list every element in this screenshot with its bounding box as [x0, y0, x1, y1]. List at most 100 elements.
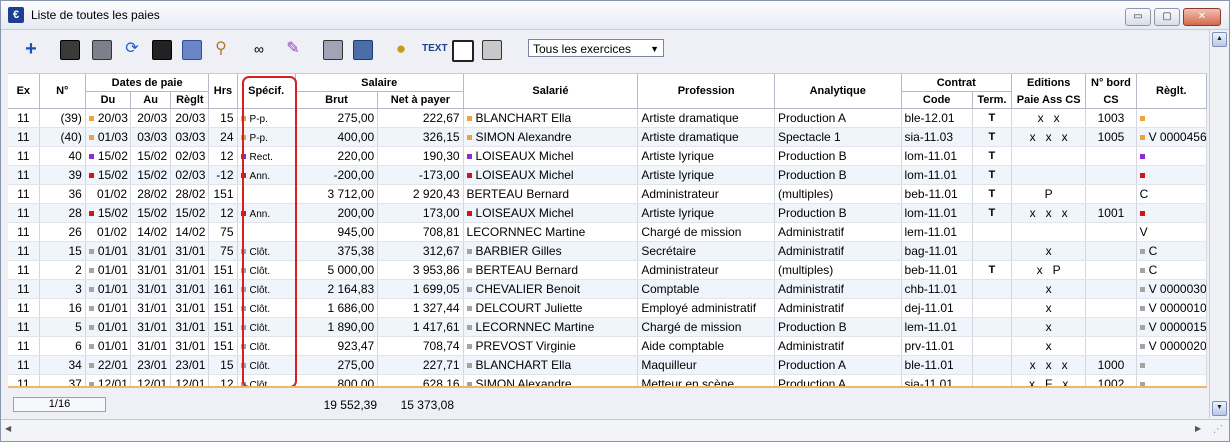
status-marker-icon	[88, 249, 94, 255]
cell-reg: V 0000030	[1136, 279, 1207, 299]
refresh-icon[interactable]: ⟳	[121, 38, 143, 60]
cell-text: 11	[17, 358, 30, 372]
cell-ed: x x x	[1011, 355, 1087, 375]
cell-hrs: 24	[208, 127, 238, 147]
table-row[interactable]: 11 2 01/01 31/01 31/01 151 Clôt. 5 000,00 3 953,…	[8, 260, 1207, 280]
table-row[interactable]: 11 5 01/01 31/01 31/01 151 Clôt. 1 890,00 1 417,…	[8, 317, 1207, 337]
table-row[interactable]: 11 16 01/01 31/01 31/01 151 Clôt. 1 686,00 1 327…	[8, 298, 1207, 318]
cell-reg	[1136, 203, 1207, 223]
pencil-icon[interactable]: ✎	[282, 38, 304, 60]
cell-text: 173,00	[422, 206, 460, 220]
cell-du: 20/03	[85, 108, 132, 128]
table-row[interactable]: 11 40 15/02 15/02 02/03 12 Rect. 220,00 190,30 LO…	[8, 146, 1207, 166]
cell-net: 312,67	[377, 241, 464, 261]
cell-prof: Administrateur	[637, 260, 775, 280]
cell-text: 1 699,05	[412, 282, 460, 296]
scroll-down-icon[interactable]: ▼	[1212, 401, 1227, 416]
add-button[interactable]: +	[20, 38, 42, 60]
cell-text: x x x	[1029, 358, 1068, 372]
cell-au: 31/01	[130, 336, 172, 356]
cell-spec: Clôt.	[237, 355, 296, 375]
cell-text: x x	[1037, 111, 1060, 125]
col-editions[interactable]: Paie Ass CS	[1011, 91, 1087, 109]
col-specif[interactable]: Spécif.	[237, 74, 296, 109]
coins-icon[interactable]: ●	[390, 38, 412, 60]
cell-net: -173,00	[377, 165, 464, 185]
print-preview-icon[interactable]	[353, 40, 373, 60]
cell-text: 12	[220, 149, 234, 163]
col-salarie[interactable]: Salarié	[463, 74, 639, 109]
cell-brut: 275,00	[295, 355, 379, 375]
cell-num: 16	[39, 298, 86, 318]
col-profession[interactable]: Profession	[637, 74, 775, 109]
vertical-scrollbar[interactable]: ▲ ▼	[1209, 30, 1228, 418]
import-icon[interactable]	[323, 40, 343, 60]
cell-text: 708,81	[422, 225, 460, 239]
cell-text: Administratif	[777, 282, 844, 296]
cell-text: 23/01	[137, 358, 168, 372]
cell-text: x	[1045, 244, 1052, 258]
maximize-button[interactable]: ▢	[1154, 8, 1180, 26]
col-code[interactable]: Code	[901, 91, 973, 109]
cell-au: 23/01	[130, 355, 172, 375]
text-icon[interactable]: TEXT	[422, 38, 448, 60]
col-au[interactable]: Au	[130, 91, 172, 109]
table-row[interactable]: 11 39 15/02 15/02 02/03 -12 Ann. -200,00 -173,00…	[8, 165, 1207, 185]
col-net[interactable]: Net à payer	[377, 91, 464, 109]
cell-brut: 923,47	[295, 336, 379, 356]
grid-icon[interactable]	[452, 40, 474, 62]
col-brut[interactable]: Brut	[295, 91, 379, 109]
cell-code: lom-11.01	[901, 203, 973, 223]
new-doc-icon[interactable]	[60, 40, 80, 60]
col-du[interactable]: Du	[85, 91, 132, 109]
col-term[interactable]: Term.	[972, 91, 1013, 109]
cell-ana: (multiples)	[774, 260, 902, 280]
glasses-icon[interactable]: ∞	[248, 38, 270, 60]
list-icon[interactable]	[152, 40, 172, 60]
cell-sal: LECORNNEC Martine	[463, 317, 639, 337]
resize-grip-icon[interactable]: ⋰	[1213, 424, 1223, 435]
exercise-filter-select[interactable]: Tous les exercices ▼	[528, 39, 664, 57]
col-hrs[interactable]: Hrs	[208, 74, 238, 109]
table-row[interactable]: 11 3 01/01 31/01 31/01 161 Clôt. 2 164,83 1 699,…	[8, 279, 1207, 299]
export-icon[interactable]	[92, 40, 112, 60]
col-bord[interactable]: CS	[1085, 91, 1137, 109]
col-reglt[interactable]: Règlt.	[1136, 74, 1207, 109]
close-button[interactable]: ✕	[1183, 8, 1221, 26]
cell-code: beb-11.01	[901, 260, 973, 280]
scroll-left-icon[interactable]: ◀	[5, 424, 11, 433]
cell-text: BERTEAU Bernard	[466, 187, 570, 201]
table-row[interactable]: 11 15 01/01 31/01 31/01 75 Clôt. 375,38 312,67 BA…	[8, 241, 1207, 261]
search-icon[interactable]: ⚲	[210, 38, 232, 60]
user-edit-icon[interactable]	[182, 40, 202, 60]
status-marker-icon	[88, 363, 94, 369]
col-analytique[interactable]: Analytique	[774, 74, 902, 109]
cell-num: (39)	[39, 108, 86, 128]
status-marker-icon	[466, 116, 472, 122]
cell-text: 20/03	[97, 111, 128, 125]
printer-icon[interactable]	[482, 40, 502, 60]
cell-au: 31/01	[130, 298, 172, 318]
cell-hrs: 161	[208, 279, 238, 299]
table-row[interactable]: 11 6 01/01 31/01 31/01 151 Clôt. 923,47 708,74 PR…	[8, 336, 1207, 356]
table-row[interactable]: 11 36 01/02 28/02 28/02 151 3 712,00 2 920,43 BE…	[8, 184, 1207, 204]
cell-text: 15/02	[137, 168, 168, 182]
col-reglt-date[interactable]: Règlt	[170, 91, 210, 109]
col-num[interactable]: N°	[39, 74, 86, 109]
table-row[interactable]: 11 (40) 01/03 03/03 03/03 24 P-p. 400,00 326,15 S…	[8, 127, 1207, 147]
scroll-right-icon[interactable]: ▶	[1195, 424, 1201, 433]
minimize-button[interactable]: ▭	[1125, 8, 1151, 26]
cell-du: 01/01	[85, 241, 132, 261]
cell-num: 40	[39, 146, 86, 166]
col-ex[interactable]: Ex	[8, 74, 40, 109]
horizontal-scrollbar[interactable]: ◀ ▶ ⋰	[1, 419, 1229, 440]
table-row[interactable]: 11 26 01/02 14/02 14/02 75 945,00 708,81 LECORNN…	[8, 222, 1207, 242]
scroll-up-icon[interactable]: ▲	[1212, 32, 1227, 47]
cell-term: T	[972, 108, 1013, 128]
cell-text: 15	[220, 358, 234, 372]
table-row[interactable]: 11 34 22/01 23/01 23/01 15 Clôt. 275,00 227,71 BL…	[8, 355, 1207, 375]
table-row[interactable]: 11 28 15/02 15/02 15/02 12 Ann. 200,00 173,00 LOI…	[8, 203, 1207, 223]
table-row[interactable]: 11 (39) 20/03 20/03 20/03 15 P-p. 275,00 222,67 B…	[8, 108, 1207, 128]
chevron-down-icon: ▼	[650, 44, 659, 54]
cell-au: 31/01	[130, 241, 172, 261]
